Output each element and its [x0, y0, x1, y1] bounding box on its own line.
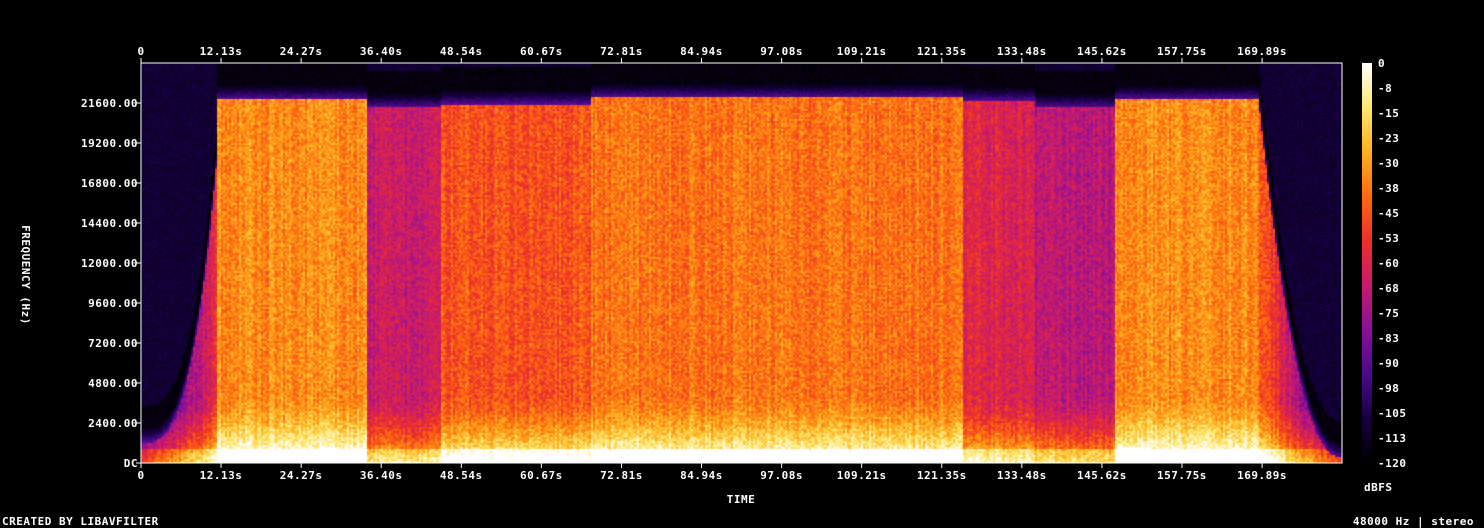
colorbar-tick-label: -15	[1378, 107, 1399, 120]
footer-format: 48000 Hz | stereo	[1353, 515, 1474, 528]
x-tick-label-top: 145.62s	[1077, 45, 1127, 58]
colorbar-tick-label: -8	[1378, 82, 1392, 95]
colorbar-tick-label: -105	[1378, 407, 1407, 420]
x-tick-label-top: 121.35s	[917, 45, 967, 58]
colorbar-label: dBFS	[1364, 481, 1393, 494]
colorbar-tick-label: -68	[1378, 282, 1399, 295]
x-tick-label-top: 109.21s	[837, 45, 887, 58]
y-axis-label: FREQUENCY (Hz)	[19, 225, 32, 325]
x-tick-label-top: 12.13s	[200, 45, 243, 58]
spectrogram-image	[141, 63, 1342, 463]
x-tick-label-top: 36.40s	[360, 45, 403, 58]
colorbar-tick-label: -83	[1378, 332, 1399, 345]
colorbar-tick-label: -120	[1378, 457, 1407, 470]
x-tick-label-top: 24.27s	[280, 45, 323, 58]
x-tick-label-bottom: 97.08s	[760, 469, 803, 482]
colorbar-tick-label: 0	[1378, 57, 1385, 70]
x-tick-label-top: 48.54s	[440, 45, 483, 58]
y-tick-label: 4800.00	[88, 377, 138, 390]
spectrogram-heatmap	[141, 63, 1342, 463]
x-tick-label-top: 60.67s	[520, 45, 563, 58]
x-tick-label-top: 133.48s	[997, 45, 1047, 58]
colorbar-tick-label: -98	[1378, 382, 1399, 395]
x-tick-label-bottom: 145.62s	[1077, 469, 1127, 482]
x-tick-label-bottom: 121.35s	[917, 469, 967, 482]
y-tick-label: 7200.00	[88, 337, 138, 350]
x-tick-label-bottom: 72.81s	[600, 469, 643, 482]
x-tick-label-bottom: 169.89s	[1237, 469, 1287, 482]
y-tick-label: 16800.00	[81, 177, 138, 190]
colorbar-tick-label: -53	[1378, 232, 1399, 245]
x-tick-label-bottom: 109.21s	[837, 469, 887, 482]
x-tick-label-top: 0	[137, 45, 144, 58]
y-tick-label: 9600.00	[88, 297, 138, 310]
spectrogram-figure: 0 12.13s 24.27s 36.40s 48.54s 60.67s 72.81s 84.…	[0, 0, 1484, 528]
colorbar-tick-label: -45	[1378, 207, 1399, 220]
x-tick-label-bottom: 36.40s	[360, 469, 403, 482]
y-tick-label: 21600.00	[81, 97, 138, 110]
y-tick-label: 12000.00	[81, 257, 138, 270]
colorbar-tick-label: -30	[1378, 157, 1399, 170]
x-tick-label-bottom: 24.27s	[280, 469, 323, 482]
x-tick-label-top: 169.89s	[1237, 45, 1287, 58]
x-tick-label-top: 97.08s	[760, 45, 803, 58]
colorbar-tick-label: -23	[1378, 132, 1399, 145]
y-tick-label: DC	[124, 457, 138, 470]
x-tick-label-top: 157.75s	[1157, 45, 1207, 58]
x-tick-label-bottom: 60.67s	[520, 469, 563, 482]
colorbar-tick-label: -90	[1378, 357, 1399, 370]
y-tick-label: 19200.00	[81, 137, 138, 150]
x-tick-label-bottom: 0	[137, 469, 144, 482]
x-tick-label-bottom: 133.48s	[997, 469, 1047, 482]
x-tick-label-bottom: 84.94s	[680, 469, 723, 482]
footer-credit: CREATED BY LIBAVFILTER	[2, 515, 159, 528]
x-tick-label-bottom: 157.75s	[1157, 469, 1207, 482]
colorbar-tick-label: -75	[1378, 307, 1399, 320]
y-tick-label: 2400.00	[88, 417, 138, 430]
x-tick-label-bottom: 48.54s	[440, 469, 483, 482]
colorbar-scale	[1362, 63, 1372, 463]
colorbar-tick-label: -38	[1378, 182, 1399, 195]
x-axis-label: TIME	[727, 493, 756, 506]
y-tick-label: 14400.00	[81, 217, 138, 230]
x-tick-label-top: 84.94s	[680, 45, 723, 58]
x-tick-label-top: 72.81s	[600, 45, 643, 58]
colorbar-tick-label: -113	[1378, 432, 1407, 445]
colorbar-tick-label: -60	[1378, 257, 1399, 270]
x-tick-label-bottom: 12.13s	[200, 469, 243, 482]
